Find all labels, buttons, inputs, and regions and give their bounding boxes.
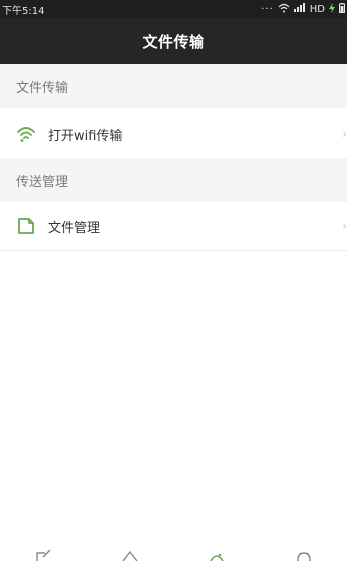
section-header-transfer-management: 传送管理 — [0, 158, 347, 202]
dots-icon: ··· — [261, 3, 274, 15]
chevron-right-icon: › — [342, 127, 347, 141]
signal-icon — [293, 3, 306, 15]
page-title: 文件传输 — [142, 32, 205, 51]
bottom-tab-bar — [0, 546, 347, 565]
status-icons: ··· HD — [261, 2, 347, 16]
status-bar: 下午5:14 ··· HD — [0, 0, 347, 18]
tab-settings[interactable] — [289, 546, 319, 565]
tab-transfer[interactable] — [202, 546, 232, 562]
divider — [0, 250, 347, 251]
battery-icon — [339, 2, 345, 16]
section-header-file-transfer: 文件传输 — [0, 64, 347, 108]
wifi-icon — [16, 124, 36, 144]
section-title: 传送管理 — [16, 174, 69, 190]
tab-home[interactable] — [115, 546, 145, 562]
wifi-status-icon — [278, 3, 290, 16]
tab-edit[interactable] — [28, 546, 58, 561]
title-bar: 文件传输 — [0, 18, 347, 64]
gear-icon — [295, 546, 313, 565]
document-icon — [16, 216, 36, 236]
network-type: HD — [309, 3, 325, 15]
list-item-open-wifi-transfer[interactable]: 打开wifi传输 › — [0, 110, 347, 158]
chevron-right-icon: › — [342, 219, 347, 233]
transfer-icon — [208, 546, 226, 562]
edit-icon — [34, 546, 52, 561]
status-time: 下午5:14 — [2, 5, 45, 17]
section-title: 文件传输 — [16, 80, 69, 96]
home-icon — [121, 546, 139, 562]
list-item-label: 文件管理 — [48, 220, 101, 236]
list-item-label: 打开wifi传输 — [48, 128, 123, 144]
charging-icon — [329, 2, 335, 16]
list-item-file-management[interactable]: 文件管理 › — [0, 202, 347, 250]
